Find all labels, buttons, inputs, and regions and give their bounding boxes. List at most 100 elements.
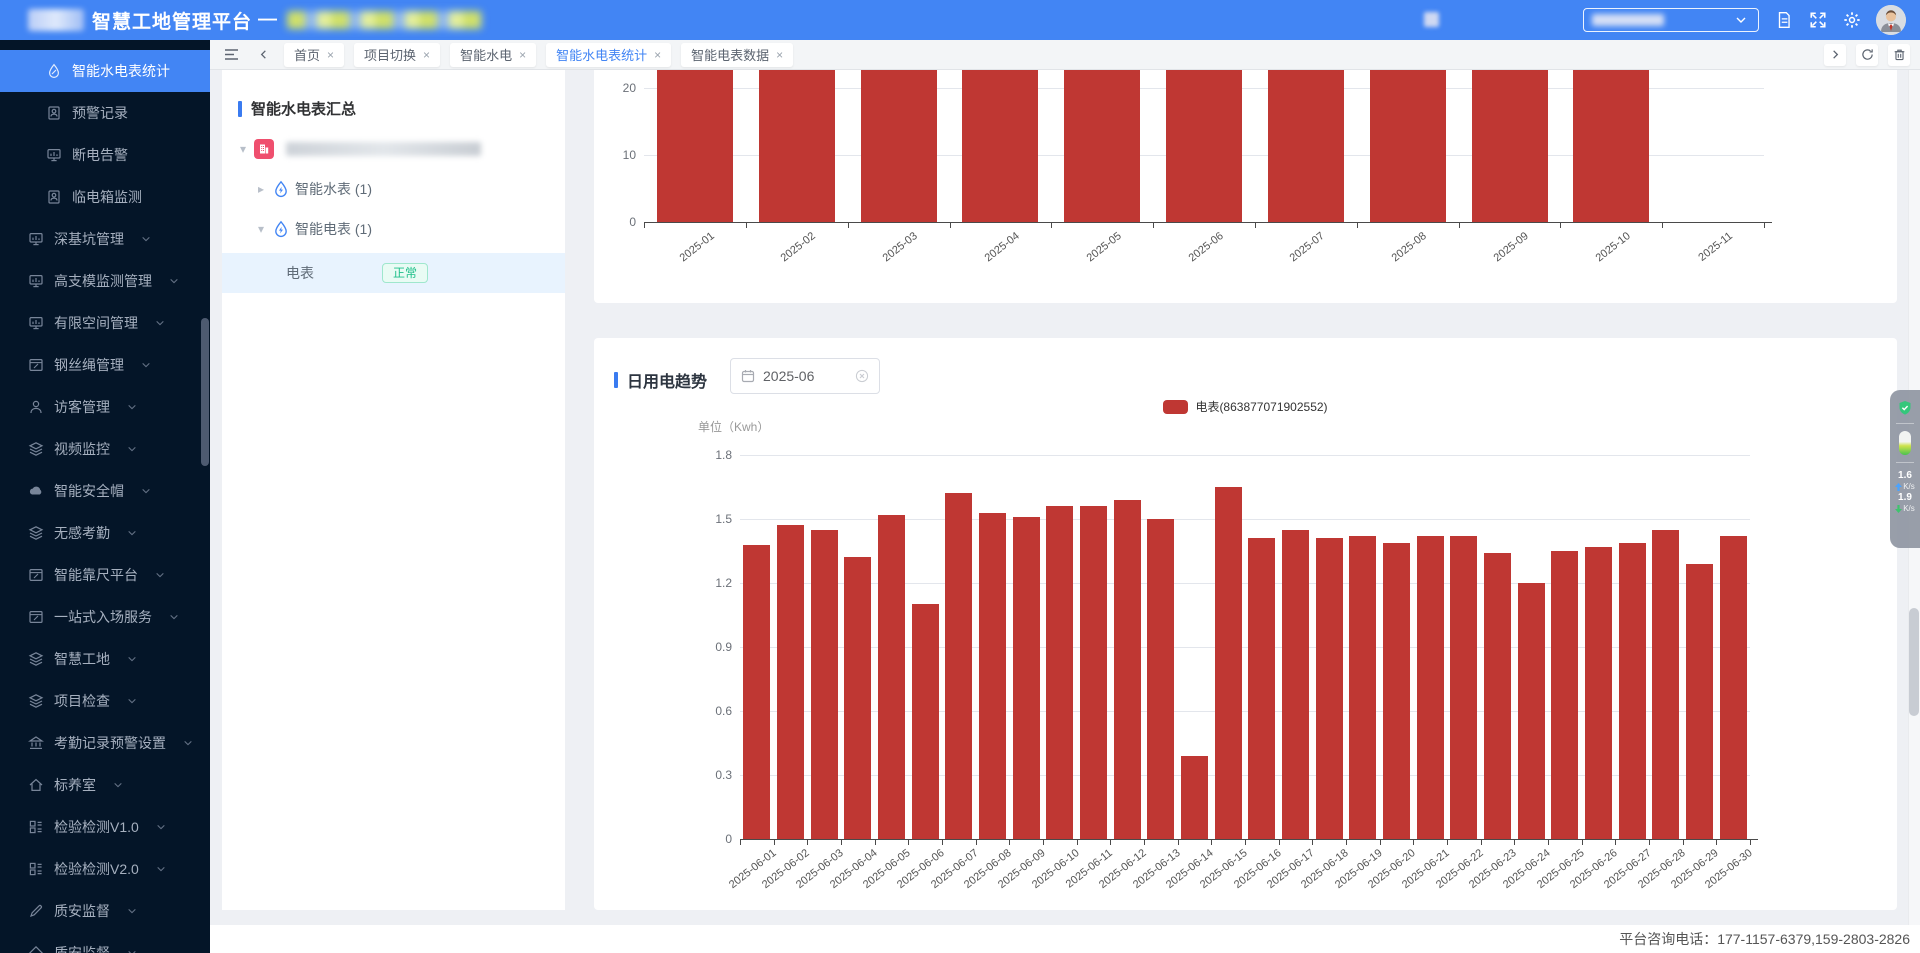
sidebar-item[interactable]: 智能水电表统计 [0, 50, 210, 92]
document-icon[interactable] [1774, 11, 1793, 30]
layers-icon [28, 693, 44, 709]
tab-智能水电表统计[interactable]: 智能水电表统计× [546, 43, 671, 67]
menu-collapse-icon[interactable] [220, 44, 242, 66]
tree-leaf-meter-row[interactable]: 电表 正常 [222, 253, 565, 293]
chevron-down-icon [169, 273, 179, 289]
x-axis-tick [950, 223, 951, 228]
sidebar-scrollbar-thumb[interactable] [201, 318, 209, 466]
chevron-down-icon [1731, 11, 1750, 30]
grid-icon [28, 861, 44, 877]
gridline [740, 455, 1750, 456]
app-window: 智慧工地管理平台 — 智能水电表统 [0, 0, 1920, 953]
sidebar-item-label: 检验检测V2.0 [54, 859, 139, 879]
x-axis-line [644, 222, 1772, 223]
x-axis-tick [1662, 223, 1663, 228]
building-icon [254, 139, 274, 159]
tab-close-icon[interactable]: × [654, 49, 661, 61]
monitor-icon [28, 315, 44, 331]
bar-2025-06-18 [1316, 538, 1343, 839]
tab-首页[interactable]: 首页× [284, 43, 344, 67]
tab-close-icon[interactable]: × [327, 49, 334, 61]
network-monitor-widget[interactable]: 1.6 K/s 1.9 K/s [1890, 390, 1920, 548]
x-axis-label: 2025-07 [1288, 230, 1327, 264]
sidebar-item-label: 智能靠尺平台 [54, 565, 138, 585]
sidebar-item-label: 一站式入场服务 [54, 607, 152, 627]
x-axis-tick [1447, 840, 1448, 845]
tabs-prev-icon[interactable] [252, 44, 274, 66]
sidebar-item[interactable]: 质安监督 [0, 890, 210, 932]
sidebar-item[interactable]: 智能靠尺平台 [0, 554, 210, 596]
sidebar-item[interactable]: 有限空间管理 [0, 302, 210, 344]
y-axis-tick-label: 20 [596, 81, 636, 95]
tab-close-icon[interactable]: × [776, 49, 783, 61]
chevron-down-icon [155, 315, 165, 331]
caret-right-icon[interactable]: ▸ [254, 182, 268, 196]
y-axis-tick-label: 1.2 [692, 576, 732, 590]
tab-智能电表数据[interactable]: 智能电表数据× [681, 43, 793, 67]
sidebar-item[interactable]: 标养室 [0, 764, 210, 806]
sidebar-item[interactable]: 访客管理 [0, 386, 210, 428]
x-axis-tick [1245, 840, 1246, 845]
x-axis-tick [976, 840, 977, 845]
tab-close-icon[interactable]: × [519, 49, 526, 61]
capsule-icon [1899, 431, 1911, 455]
sidebar-item[interactable]: 视频监控 [0, 428, 210, 470]
sidebar-item-label: 断电告警 [72, 145, 128, 165]
tabs-next-icon[interactable] [1824, 44, 1846, 66]
settings-gear-icon[interactable] [1842, 11, 1861, 30]
caret-down-icon[interactable]: ▾ [236, 142, 250, 156]
sidebar-item[interactable]: 质安监督 [0, 932, 210, 953]
x-axis-tick [1211, 840, 1212, 845]
chevron-down-icon [127, 945, 137, 953]
content-scrollbar-thumb[interactable] [1909, 608, 1919, 716]
tree-root-row[interactable]: ▾ [222, 139, 565, 159]
sidebar-item[interactable]: 智慧工地 [0, 638, 210, 680]
x-axis-tick [1312, 840, 1313, 845]
bar-2025-06-07 [945, 493, 972, 839]
sidebar-item[interactable]: 临电箱监测 [0, 176, 210, 218]
trash-icon[interactable] [1888, 44, 1910, 66]
sidebar-item[interactable]: 项目检查 [0, 680, 210, 722]
download-speed-unit: K/s [1895, 504, 1915, 514]
pen-icon [28, 903, 44, 919]
project-select[interactable] [1583, 8, 1759, 32]
sidebar-item[interactable]: 断电告警 [0, 134, 210, 176]
bar-2025-06-19 [1349, 536, 1376, 839]
sidebar-item[interactable]: 无感考勤 [0, 512, 210, 554]
sidebar-item-label: 质安监督 [54, 943, 110, 953]
tab-close-icon[interactable]: × [423, 49, 430, 61]
bar-2025-06-11 [1080, 506, 1107, 839]
chevron-down-icon [127, 525, 137, 541]
sidebar-item[interactable]: 预警记录 [0, 92, 210, 134]
bar-2025-10 [1573, 70, 1649, 222]
tree-node-electric[interactable]: ▾ 智能电表 (1) [222, 219, 565, 239]
refresh-icon[interactable] [1856, 44, 1878, 66]
tree-node-label: 智能水表 (1) [295, 179, 372, 199]
bar-2025-06-24 [1518, 583, 1545, 839]
grid-icon [28, 819, 44, 835]
sidebar-item-label: 质安监督 [54, 901, 110, 921]
sidebar-item[interactable]: 考勤记录预警设置 [0, 722, 210, 764]
fullscreen-icon[interactable] [1808, 11, 1827, 30]
sidebar-item[interactable]: 智能安全帽 [0, 470, 210, 512]
tree-node-water[interactable]: ▸ 智能水表 (1) [222, 179, 565, 199]
y-axis-tick-label: 1.8 [692, 448, 732, 462]
sidebar-item[interactable]: 检验检测V1.0 [0, 806, 210, 848]
caret-down-icon[interactable]: ▾ [254, 222, 268, 236]
badge-icon [46, 189, 62, 205]
tab-项目切换[interactable]: 项目切换× [354, 43, 440, 67]
sidebar-item[interactable]: 深基坑管理 [0, 218, 210, 260]
tab-智能水电[interactable]: 智能水电× [450, 43, 536, 67]
redacted-project-name [286, 142, 481, 156]
footer-bar: 平台咨询电话：177-1157-6379,159-2803-2826 [210, 925, 1920, 953]
sidebar-item[interactable]: 检验检测V2.0 [0, 848, 210, 890]
sidebar-item[interactable]: 钢丝绳管理 [0, 344, 210, 386]
x-axis-tick [1514, 840, 1515, 845]
meter-leaf-label: 电表 [286, 263, 314, 283]
y-axis-tick-label: 0.6 [692, 704, 732, 718]
sidebar-item[interactable]: 一站式入场服务 [0, 596, 210, 638]
x-axis-tick [1582, 840, 1583, 845]
sidebar-item-label: 临电箱监测 [72, 187, 142, 207]
sidebar-item[interactable]: 高支模监测管理 [0, 260, 210, 302]
user-avatar[interactable] [1876, 5, 1906, 35]
